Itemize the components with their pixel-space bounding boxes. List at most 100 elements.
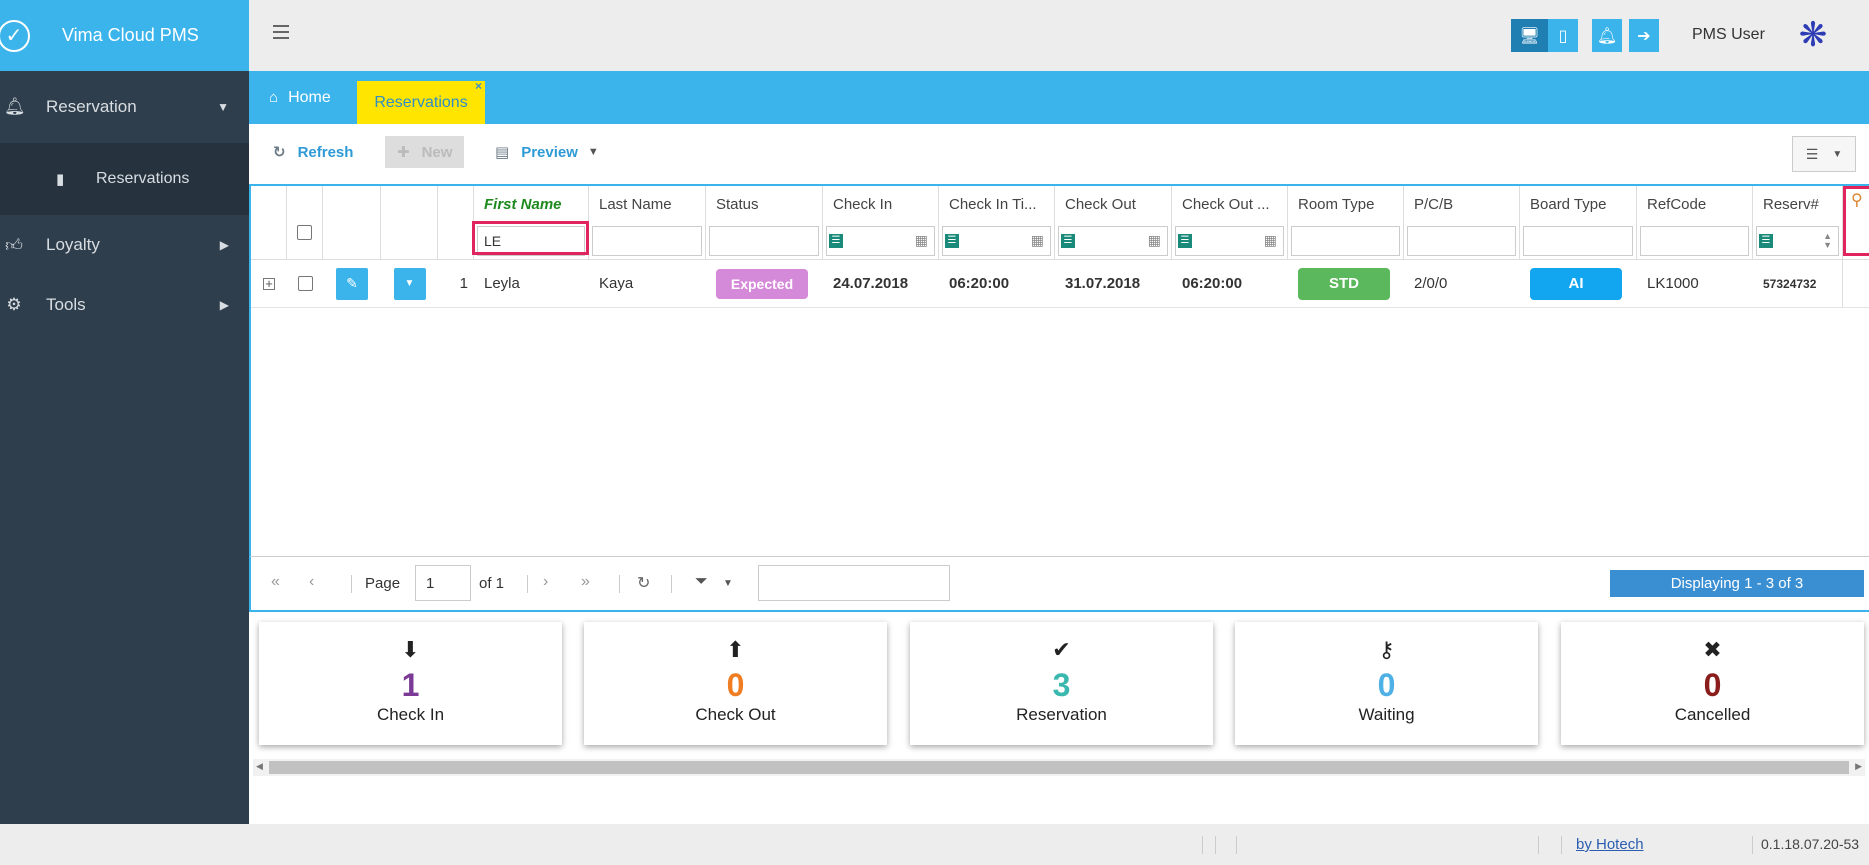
room-type-badge: STD	[1298, 267, 1390, 300]
equals-operator-icon[interactable]: ☰	[945, 233, 959, 248]
stat-label: Check Out	[695, 705, 776, 724]
sidebar-item-label: Reservations	[96, 170, 190, 187]
last-name-filter-input[interactable]	[592, 225, 702, 256]
hamburger-menu-icon[interactable]	[273, 25, 289, 39]
expand-header	[251, 186, 287, 222]
check-in-time-filter-input[interactable]: ☰ ▦	[942, 225, 1051, 256]
user-name[interactable]: PMS User	[1692, 26, 1765, 44]
calendar-icon[interactable]: ▦	[1148, 232, 1161, 249]
thumbs-up-icon: 👍︎	[5, 235, 23, 255]
col-check-out-time[interactable]: Check Out ...	[1172, 186, 1288, 222]
select-all-checkbox[interactable]	[297, 224, 312, 240]
desktop-view-button[interactable]: 🖥︎	[1511, 19, 1548, 52]
filter-icon[interactable]: ⏷	[695, 573, 708, 591]
stat-label: Cancelled	[1674, 705, 1751, 724]
refresh-icon[interactable]: ↻	[637, 573, 650, 593]
edit-button[interactable]: ✎	[336, 267, 368, 300]
row-menu-button[interactable]: ▼	[393, 267, 426, 300]
brand-header: ✓ Vima Cloud PMS	[0, 0, 249, 71]
stat-card-check-out[interactable]: ⬆ 0 Check Out	[584, 622, 887, 745]
new-button[interactable]: ✚ New	[385, 136, 465, 168]
ref-code-filter-input[interactable]	[1640, 225, 1749, 256]
col-pcb[interactable]: P/C/B	[1404, 186, 1520, 222]
divider	[1538, 836, 1539, 854]
check-out-cell: 31.07.2018	[1065, 275, 1141, 292]
column-settings-button[interactable]: ☰ ▼	[1792, 136, 1856, 172]
notifications-button[interactable]: 🔔︎	[1592, 19, 1622, 52]
row-index: 1	[459, 275, 468, 292]
table-row[interactable]: + ✎ ▼ 1 Leyla Kaya Expected 24.07.2018 0…	[251, 260, 1869, 308]
col-room-type[interactable]: Room Type	[1288, 186, 1404, 222]
mobile-view-button[interactable]: ▯	[1548, 19, 1578, 52]
hotech-link[interactable]: by Hotech	[1576, 836, 1644, 853]
caret-down-icon: ▼	[217, 100, 229, 114]
equals-operator-icon[interactable]: ☰	[1759, 233, 1773, 248]
pager-search-input[interactable]	[758, 565, 950, 601]
pcb-cell: 2/0/0	[1414, 275, 1448, 292]
expand-plus-icon[interactable]: +	[263, 277, 275, 290]
check-in-filter-cell: ☰ ▦	[823, 222, 939, 259]
tab-home[interactable]: ⌂ Home	[269, 71, 331, 124]
horizontal-scrollbar[interactable]: ◀ ▶	[253, 759, 1865, 776]
sidebar: ✓ Vima Cloud PMS 🔔︎ Reservation ▼ ▮ Rese…	[0, 0, 249, 824]
filter-empty	[438, 222, 474, 259]
stat-label: Reservation	[1016, 705, 1107, 724]
logout-button[interactable]: ➔	[1629, 19, 1659, 52]
displaying-count: Displaying 1 - 3 of 3	[1610, 570, 1864, 597]
col-status[interactable]: Status	[706, 186, 823, 222]
calendar-icon[interactable]: ▦	[915, 232, 928, 249]
calendar-icon[interactable]: ▦	[1264, 232, 1277, 249]
caret-right-icon: ▶	[219, 238, 229, 252]
status-filter-input[interactable]	[709, 225, 819, 256]
sidebar-item-tools[interactable]: ⚙ Tools ▶	[0, 275, 249, 335]
version-label: 0.1.18.07.20-53	[1761, 836, 1860, 852]
sidebar-item-reservation[interactable]: 🔔︎ Reservation ▼	[0, 71, 249, 143]
preview-button[interactable]: ▤ Preview ▼	[495, 136, 599, 168]
scrollbar-thumb[interactable]	[269, 761, 1849, 774]
search-icon[interactable]: ⚲	[1851, 190, 1863, 210]
stat-card-reservation[interactable]: ✔ 3 Reservation	[910, 622, 1213, 745]
sidebar-item-reservations[interactable]: ▮ Reservations	[0, 143, 249, 215]
calendar-icon[interactable]: ▦	[1031, 232, 1044, 249]
col-reserv-no[interactable]: Reserv#	[1753, 186, 1843, 222]
col-board-type[interactable]: Board Type	[1520, 186, 1637, 222]
room-type-filter-input[interactable]	[1291, 225, 1400, 256]
spinner-arrows-icon[interactable]: ▲ ▼	[1823, 231, 1832, 250]
prev-page-icon[interactable]: ‹	[309, 573, 314, 591]
stat-card-check-in[interactable]: ⬇ 1 Check In	[259, 622, 562, 745]
reserv-no-filter-input[interactable]: ☰ ▲ ▼	[1756, 225, 1839, 256]
scroll-right-icon[interactable]: ▶	[1855, 761, 1862, 772]
stat-card-cancelled[interactable]: ✖ 0 Cancelled	[1561, 622, 1864, 745]
key-icon: ⚷	[1378, 637, 1395, 662]
equals-operator-icon[interactable]: ☰	[1061, 233, 1075, 248]
last-page-icon[interactable]: »	[581, 573, 590, 591]
filter-empty	[251, 222, 287, 259]
page-number-input[interactable]: 1	[415, 565, 471, 601]
pcb-filter-input[interactable]	[1407, 225, 1516, 256]
caret-down-icon[interactable]: ▼	[723, 578, 733, 589]
col-check-out[interactable]: Check Out	[1055, 186, 1172, 222]
col-check-in-time[interactable]: Check In Ti...	[939, 186, 1055, 222]
first-page-icon[interactable]: «	[271, 573, 280, 591]
check-in-cell: 24.07.2018	[833, 275, 909, 292]
col-last-name[interactable]: Last Name	[589, 186, 706, 222]
col-first-name[interactable]: First Name	[474, 186, 589, 222]
equals-operator-icon[interactable]: ☰	[829, 233, 843, 248]
scroll-left-icon[interactable]: ◀	[256, 761, 263, 772]
check-in-filter-input[interactable]: ☰ ▦	[826, 225, 935, 256]
row-checkbox[interactable]	[297, 276, 313, 291]
tab-reservations[interactable]: Reservations ×	[357, 79, 485, 124]
next-page-icon[interactable]: ›	[543, 573, 548, 591]
col-ref-code[interactable]: RefCode	[1637, 186, 1753, 222]
check-out-time-filter-input[interactable]: ☰ ▦	[1175, 225, 1284, 256]
refresh-button[interactable]: ↻ Refresh	[273, 136, 353, 168]
menu-cell: ▼	[381, 260, 438, 307]
equals-operator-icon[interactable]: ☰	[1178, 233, 1192, 248]
close-tab-icon[interactable]: ×	[475, 79, 482, 93]
stat-card-waiting[interactable]: ⚷ 0 Waiting	[1235, 622, 1538, 745]
sidebar-item-loyalty[interactable]: 👍︎ Loyalty ▶	[0, 215, 249, 275]
board-type-filter-input[interactable]	[1523, 225, 1633, 256]
check-out-filter-input[interactable]: ☰ ▦	[1058, 225, 1168, 256]
divider	[1752, 836, 1753, 854]
col-check-in[interactable]: Check In	[823, 186, 939, 222]
